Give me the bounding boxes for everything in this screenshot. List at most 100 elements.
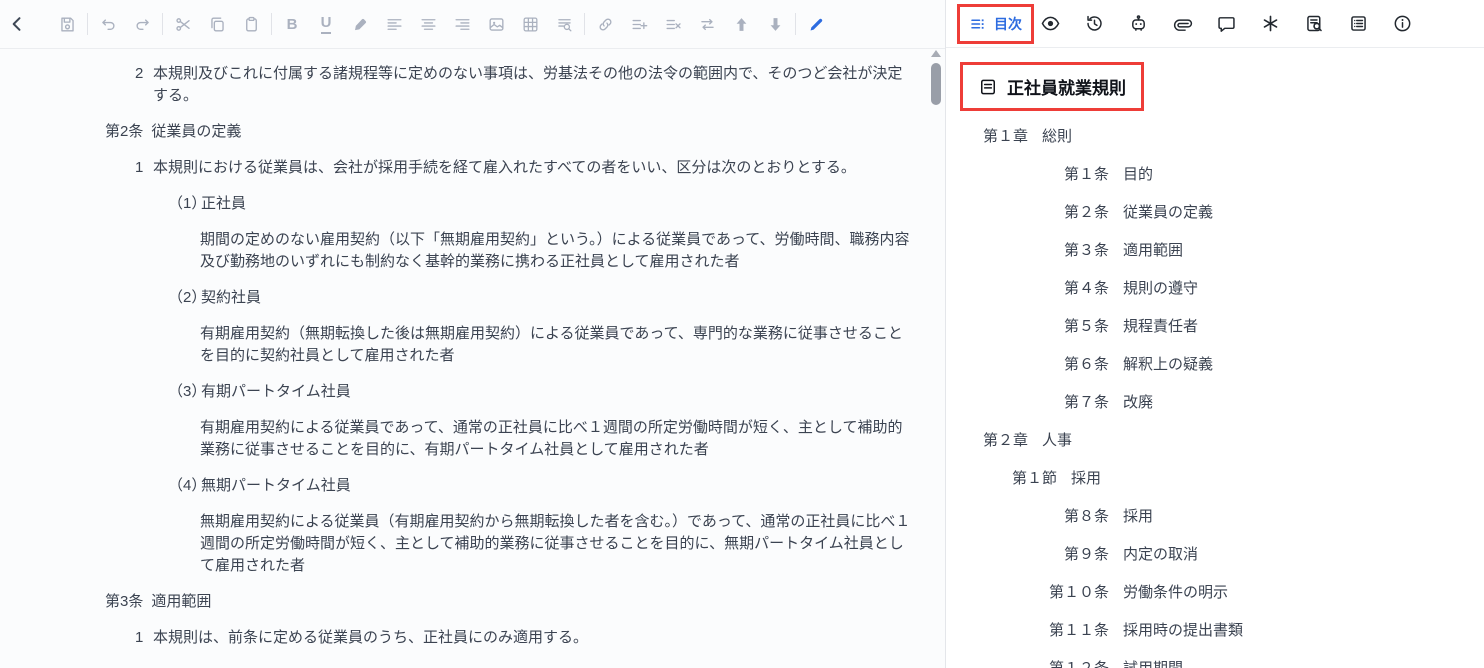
copy-icon	[208, 15, 227, 34]
editor-scrollbar[interactable]	[930, 50, 942, 105]
document-content[interactable]: 2 本規則及びこれに付属する諸規程等に定めのない事項は、労基法その他の法令の範囲…	[0, 49, 945, 649]
toc-item-article[interactable]: 第６条 解釈上の疑義	[960, 353, 1484, 376]
info-icon	[1392, 13, 1413, 34]
toc-item-number: 第１章	[983, 125, 1028, 148]
toc-item-title: 規程責任者	[1123, 315, 1198, 338]
toc-item-number: 第９条	[996, 543, 1109, 566]
move-up-button[interactable]	[724, 7, 758, 41]
sub-item-title: 有期パートタイム社員	[201, 381, 351, 403]
document-title-box[interactable]: 正社員就業規則	[960, 62, 1144, 111]
sub-item-number: （3）	[168, 381, 201, 403]
sub-item-number: （1）	[168, 193, 201, 215]
image-icon	[487, 15, 506, 34]
paste-button[interactable]	[234, 7, 268, 41]
toolbar-divider	[87, 13, 88, 35]
toolbar-divider	[795, 13, 796, 35]
sub-item-body: 無期雇用契約による従業員（有期雇用契約から無期転換した者を含む。）であって、通常…	[200, 511, 912, 577]
paragraph-text: 本規則は、前条に定める従業員のうち、正社員にのみ適用する。	[153, 627, 588, 649]
sub-item-body: 有期雇用契約（無期転換した後は無期雇用契約）による従業員であって、専門的な業務に…	[200, 323, 912, 367]
toolbar-divider	[271, 13, 272, 35]
doc-paragraph: 1 本規則における従業員は、会社が採用手続を経て雇入れたすべての者をいい、区分は…	[135, 157, 915, 179]
insert-link-button[interactable]	[588, 7, 622, 41]
back-button[interactable]	[0, 7, 34, 41]
fields-list-button[interactable]	[1342, 8, 1374, 40]
scrollbar-thumb[interactable]	[931, 63, 941, 105]
highlight-button[interactable]	[343, 7, 377, 41]
comment-bubble-icon	[1216, 13, 1237, 34]
save-button[interactable]	[50, 7, 84, 41]
document-title: 正社員就業規則	[1007, 74, 1126, 99]
toc-item-chapter[interactable]: 第１章 総則	[960, 125, 1484, 148]
highlighter-icon	[351, 15, 370, 34]
toc-item-number: 第２条	[996, 201, 1109, 224]
find-in-document-button[interactable]	[547, 7, 581, 41]
sub-item-title: 無期パートタイム社員	[201, 475, 351, 497]
toc-item-article[interactable]: 第１１条 採用時の提出書類	[960, 619, 1484, 642]
align-right-button[interactable]	[445, 7, 479, 41]
toc-item-article[interactable]: 第７条 改廃	[960, 391, 1484, 414]
eye-icon	[1040, 13, 1061, 34]
search-list-icon	[555, 15, 574, 34]
comments-button[interactable]	[1210, 8, 1242, 40]
history-clock-icon	[1084, 13, 1105, 34]
info-button[interactable]	[1386, 8, 1418, 40]
doc-sub-item: （4） 無期パートタイム社員 無期雇用契約による従業員（有期雇用契約から無期転換…	[105, 475, 915, 577]
document-search-button[interactable]	[1298, 8, 1330, 40]
toc-item-title: 労働条件の明示	[1123, 581, 1228, 604]
toc-tab-label: 目次	[994, 14, 1022, 34]
history-button[interactable]	[1078, 8, 1110, 40]
toc-item-article[interactable]: 第１０条 労働条件の明示	[960, 581, 1484, 604]
clipboard-icon	[242, 15, 261, 34]
remove-row-button[interactable]	[656, 7, 690, 41]
toc-item-article[interactable]: 第１２条 試用期間	[960, 657, 1484, 668]
document-icon	[978, 77, 998, 97]
toc-item-section[interactable]: 第１節 採用	[960, 467, 1484, 490]
copy-button[interactable]	[200, 7, 234, 41]
toc-item-article[interactable]: 第４条 規則の遵守	[960, 277, 1484, 300]
swap-arrows-icon	[698, 15, 717, 34]
insert-table-button[interactable]	[513, 7, 547, 41]
underline-button[interactable]: U	[309, 7, 343, 41]
undo-button[interactable]	[91, 7, 125, 41]
align-left-button[interactable]	[377, 7, 411, 41]
sub-item-body: 期間の定めのない雇用契約（以下「無期雇用契約」という。）による従業員であって、労…	[200, 229, 912, 273]
ai-assistant-button[interactable]	[1122, 8, 1154, 40]
edit-mode-button[interactable]	[799, 7, 833, 41]
redo-button[interactable]	[125, 7, 159, 41]
toc-item-number: 第１節	[1012, 467, 1057, 490]
swap-button[interactable]	[690, 7, 724, 41]
toc-tab-button[interactable]: 目次	[957, 4, 1034, 44]
toc-item-article[interactable]: 第１条 目的	[960, 163, 1484, 186]
toc-item-article[interactable]: 第３条 適用範囲	[960, 239, 1484, 262]
toc-item-number: 第１条	[996, 163, 1109, 186]
cut-button[interactable]	[166, 7, 200, 41]
insert-image-button[interactable]	[479, 7, 513, 41]
align-center-button[interactable]	[411, 7, 445, 41]
sub-item-body: 有期雇用契約による従業員であって、通常の正社員に比べ１週間の所定労働時間が短く、…	[200, 417, 912, 461]
toc-item-title: 試用期間	[1123, 657, 1183, 668]
robot-icon	[1128, 13, 1149, 34]
toc-item-chapter[interactable]: 第２章 人事	[960, 429, 1484, 452]
toc-item-article[interactable]: 第９条 内定の取消	[960, 543, 1484, 566]
toc-item-article[interactable]: 第２条 従業員の定義	[960, 201, 1484, 224]
toc-item-article[interactable]: 第５条 規程責任者	[960, 315, 1484, 338]
toc-item-number: 第３条	[996, 239, 1109, 262]
align-center-icon	[419, 15, 438, 34]
add-row-button[interactable]	[622, 7, 656, 41]
move-down-button[interactable]	[758, 7, 792, 41]
doc-paragraph: 1 本規則は、前条に定める従業員のうち、正社員にのみ適用する。	[135, 627, 915, 649]
attachments-button[interactable]	[1166, 8, 1198, 40]
document-search-icon	[1304, 13, 1325, 34]
link-icon	[596, 15, 615, 34]
align-right-icon	[453, 15, 472, 34]
sub-item-number: （2）	[168, 287, 201, 309]
doc-sub-item: （3） 有期パートタイム社員 有期雇用契約による従業員であって、通常の正社員に比…	[105, 381, 915, 461]
toc-item-article[interactable]: 第８条 採用	[960, 505, 1484, 528]
preview-button[interactable]	[1034, 8, 1066, 40]
scroll-up-arrow-icon[interactable]	[931, 50, 941, 57]
toc-item-number: 第１２条	[996, 657, 1109, 668]
align-left-icon	[385, 15, 404, 34]
undo-icon	[99, 15, 118, 34]
bold-button[interactable]: B	[275, 7, 309, 41]
variables-button[interactable]	[1254, 8, 1286, 40]
